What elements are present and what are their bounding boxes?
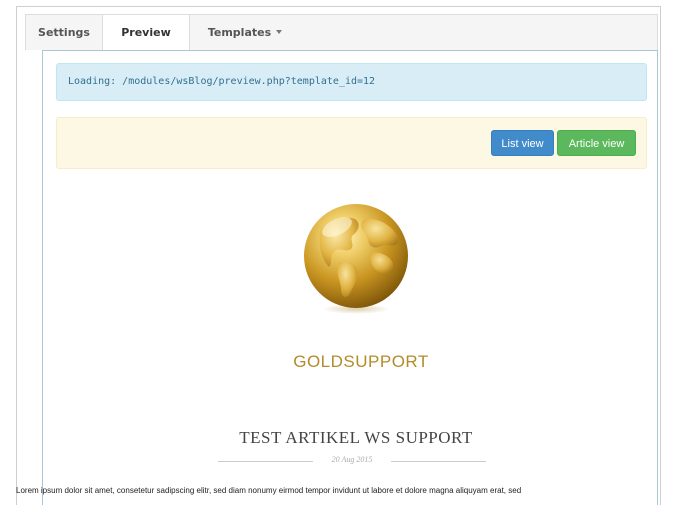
- tab-templates[interactable]: Templates: [190, 15, 300, 51]
- tab-settings[interactable]: Settings: [26, 15, 102, 51]
- loading-alert-text: Loading: /modules/wsBlog/preview.php?tem…: [68, 76, 376, 87]
- tab-preview[interactable]: Preview: [102, 15, 190, 52]
- article-view-button[interactable]: Article view: [557, 130, 636, 156]
- list-view-label: List view: [501, 138, 544, 150]
- globe-logo-icon: [299, 201, 413, 315]
- tab-templates-label: Templates: [207, 26, 272, 39]
- list-view-button[interactable]: List view: [491, 130, 554, 156]
- view-toggle-bar: List view Article view: [56, 117, 647, 169]
- caret-down-icon: [276, 30, 283, 34]
- date-divider-right: [391, 461, 486, 462]
- tab-preview-label: Preview: [121, 26, 171, 39]
- article-date: 20 Aug 2015: [331, 455, 373, 464]
- loading-alert: Loading: /modules/wsBlog/preview.php?tem…: [56, 63, 647, 101]
- article-title: TEST ARTIKEL WS SUPPORT: [239, 428, 473, 447]
- tab-bar: Settings Preview Templates: [25, 14, 658, 52]
- date-divider-left: [218, 461, 313, 462]
- article-body-text: Lorem ipsum dolor sit amet, consetetur s…: [16, 486, 522, 495]
- screen: Settings Preview Templates Loading: /mod…: [0, 0, 678, 505]
- preview-panel: Loading: /modules/wsBlog/preview.php?tem…: [42, 50, 658, 505]
- brand-name: GOLDSUPPORT: [293, 352, 429, 371]
- tab-settings-label: Settings: [38, 26, 90, 39]
- article-view-label: Article view: [568, 138, 625, 150]
